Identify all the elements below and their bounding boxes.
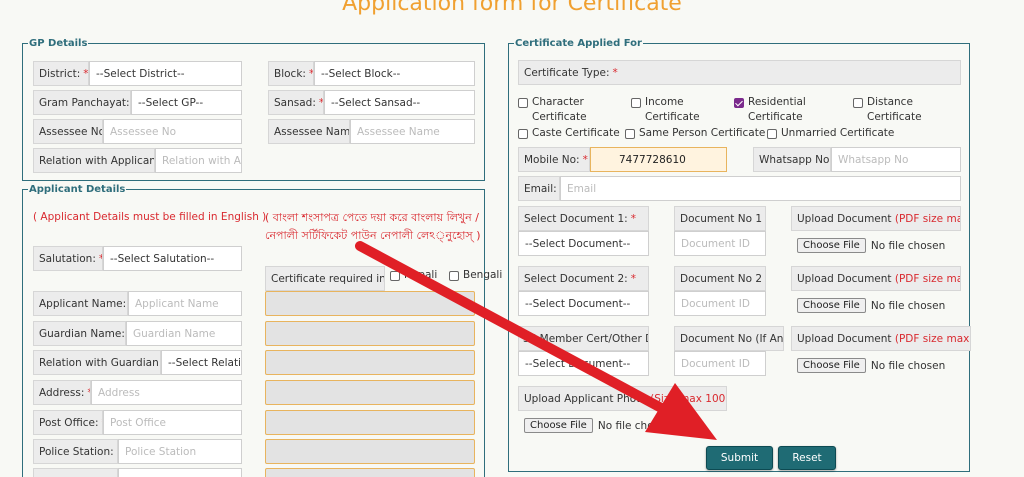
bengali-checkbox[interactable]: Bengali xyxy=(449,268,502,283)
block-select[interactable]: --Select Block-- xyxy=(314,61,475,86)
choose-file-button-3[interactable]: Choose File xyxy=(797,358,866,373)
bengali-note: ( বাংলা শংসাপত্র পেতে দয়া করে বাংলায় ল… xyxy=(265,211,481,242)
sansad-select[interactable]: --Select Sansad-- xyxy=(324,90,475,115)
choose-file-button-1[interactable]: Choose File xyxy=(797,238,866,253)
salutation-select[interactable]: --Select Salutation-- xyxy=(103,246,242,271)
character-checkbox-box[interactable] xyxy=(518,98,528,108)
residential-checkbox-box[interactable] xyxy=(734,98,744,108)
photo-file[interactable]: Choose File No file chosen xyxy=(524,418,672,433)
choose-file-button-2[interactable]: Choose File xyxy=(797,298,866,313)
distance-certificate-checkbox[interactable]: Distance Certificate xyxy=(853,95,933,125)
regional-address-field[interactable] xyxy=(265,380,475,405)
residential-certificate-checkbox[interactable]: Residential Certificate xyxy=(734,95,814,125)
applicant-name-input[interactable]: Applicant Name xyxy=(128,291,242,316)
docno1-input[interactable]: Document ID xyxy=(674,231,766,256)
post-office-label: Post Office:* xyxy=(33,410,103,435)
doc3-label: SS Member Cert/Other DOC: xyxy=(518,326,649,351)
nepali-checkbox-box[interactable] xyxy=(390,271,400,281)
upload2-file[interactable]: Choose File No file chosen xyxy=(797,298,945,313)
upload2-label: Upload Document (PDF size max 2 MB)* xyxy=(791,266,961,291)
docno3-label: Document No (If Any) xyxy=(674,326,784,351)
mobile-label: Mobile No: * xyxy=(518,147,590,172)
district-select[interactable]: --Select District-- xyxy=(89,61,242,86)
bengali-checkbox-box[interactable] xyxy=(449,271,459,281)
english-note: ( Applicant Details must be filled in En… xyxy=(33,211,267,223)
assessee-name-input[interactable]: Assessee Name xyxy=(350,119,475,144)
applicant-details-legend: Applicant Details xyxy=(29,184,126,195)
caste-checkbox-box[interactable] xyxy=(518,129,528,139)
guardian-name-label: Guardian Name:* xyxy=(33,321,126,346)
relation-applicant-label: Relation with Applicant: xyxy=(33,148,155,173)
relation-guardian-select[interactable]: --Select Relatio xyxy=(161,350,242,375)
district-label: District: * xyxy=(33,61,89,86)
cert-required-label: Certificate required in: xyxy=(265,266,385,291)
address-input[interactable]: Address xyxy=(91,380,242,405)
post-office-input[interactable]: Post Office xyxy=(103,410,242,435)
next-field-label xyxy=(33,468,118,477)
doc1-select[interactable]: --Select Document-- xyxy=(518,231,649,256)
docno1-label: Document No 1* xyxy=(674,206,766,231)
police-station-label: Police Station:* xyxy=(33,439,118,464)
certificate-type-label: Certificate Type: * xyxy=(518,60,961,85)
regional-guardian-field[interactable] xyxy=(265,321,475,346)
mobile-input[interactable]: 7477728610 xyxy=(590,147,727,172)
regional-post-office-field[interactable] xyxy=(265,410,475,435)
upload1-file[interactable]: Choose File No file chosen xyxy=(797,238,945,253)
doc2-label: Select Document 2: * xyxy=(518,266,649,291)
whatsapp-input[interactable]: Whatsapp No xyxy=(831,147,961,172)
upload3-file[interactable]: Choose File No file chosen xyxy=(797,358,945,373)
upload1-label: Upload Document (PDF size max 2 MB)* xyxy=(791,206,961,231)
same-person-certificate-checkbox[interactable]: Same Person Certificate xyxy=(625,126,765,141)
email-label: Email: xyxy=(518,176,560,201)
income-certificate-checkbox[interactable]: Income Certificate xyxy=(631,95,706,125)
choose-file-button-photo[interactable]: Choose File xyxy=(524,418,593,433)
assessee-name-label: Assessee Name: xyxy=(268,119,350,144)
guardian-name-input[interactable]: Guardian Name xyxy=(126,321,242,346)
upload3-label: Upload Document (PDF size max 2 MB) xyxy=(791,326,971,351)
distance-checkbox-box[interactable] xyxy=(853,98,863,108)
salutation-label: Salutation:* xyxy=(33,246,103,271)
police-station-input[interactable]: Police Station xyxy=(118,439,242,464)
sansad-label: Sansad: * xyxy=(268,90,324,115)
doc2-select[interactable]: --Select Document-- xyxy=(518,291,649,316)
gp-select[interactable]: --Select GP-- xyxy=(131,90,242,115)
block-label: Block: * xyxy=(268,61,314,86)
relation-guardian-label: Relation with Guardian:* xyxy=(33,350,161,375)
photo-label: Upload Applicant Photo (Size max 100KB)* xyxy=(518,386,727,411)
caste-certificate-checkbox[interactable]: Caste Certificate xyxy=(518,126,620,141)
gp-details-legend: GP Details xyxy=(29,38,88,49)
same-person-checkbox-box[interactable] xyxy=(625,129,635,139)
regional-name-field[interactable] xyxy=(265,291,475,316)
certificate-legend: Certificate Applied For xyxy=(515,38,642,49)
nepali-checkbox[interactable]: Nepali xyxy=(390,268,437,283)
page-title: Application form for Certificate xyxy=(342,0,682,16)
income-checkbox-box[interactable] xyxy=(631,98,641,108)
regional-next-field[interactable] xyxy=(265,468,475,477)
address-label: Address:* xyxy=(33,380,91,405)
assessee-no-input[interactable]: Assessee No xyxy=(103,119,242,144)
doc1-label: Select Document 1: * xyxy=(518,206,649,231)
unmarried-checkbox-box[interactable] xyxy=(767,129,777,139)
whatsapp-label: Whatsapp No: xyxy=(753,147,831,172)
next-field-input[interactable] xyxy=(118,468,242,477)
docno3-input[interactable]: Document ID xyxy=(674,351,766,376)
submit-button[interactable]: Submit xyxy=(706,446,773,470)
doc3-select[interactable]: --Select Document-- xyxy=(518,351,649,376)
reset-button[interactable]: Reset xyxy=(778,446,836,470)
gp-label: Gram Panchayat:* xyxy=(33,90,131,115)
email-input[interactable]: Email xyxy=(560,176,961,201)
regional-police-field[interactable] xyxy=(265,439,475,464)
applicant-name-label: Applicant Name:* xyxy=(33,291,128,316)
regional-relation-field[interactable] xyxy=(265,350,475,375)
character-certificate-checkbox[interactable]: Character Certificate xyxy=(518,95,598,125)
assessee-no-label: Assessee No: xyxy=(33,119,103,144)
unmarried-certificate-checkbox[interactable]: Unmarried Certificate xyxy=(767,126,894,141)
docno2-input[interactable]: Document ID xyxy=(674,291,766,316)
relation-applicant-input[interactable]: Relation with A xyxy=(155,148,242,173)
docno2-label: Document No 2* xyxy=(674,266,766,291)
